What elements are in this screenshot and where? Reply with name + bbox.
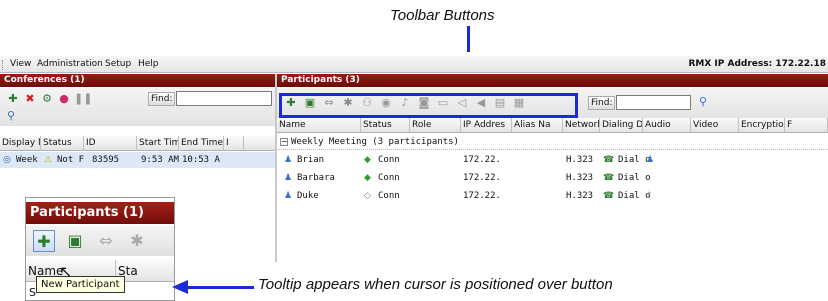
participants-find-input[interactable] bbox=[616, 95, 691, 110]
conferences-find-input[interactable] bbox=[176, 91, 272, 106]
participant-dialing: Dial o bbox=[618, 173, 651, 183]
participant-network: H.323 bbox=[566, 155, 594, 165]
participants-table-header: Name Status Role IP Addres Alias Na Netw… bbox=[277, 118, 828, 133]
participant-icon: ♟ bbox=[284, 191, 293, 201]
connected-icon: ◆ bbox=[364, 155, 371, 165]
col-encryption[interactable]: Encryptio bbox=[739, 118, 785, 133]
connect-participant-button[interactable]: ⇔ bbox=[95, 230, 117, 252]
toolbar-highlight-box bbox=[279, 93, 578, 118]
toolbar-buttons-callout: Toolbar Buttons bbox=[390, 7, 495, 24]
muted-audio-icon: ♪ bbox=[646, 191, 652, 201]
col-role[interactable]: Role bbox=[410, 118, 461, 133]
conference-properties-icon[interactable]: ⚙ bbox=[40, 92, 54, 106]
dial-out-icon: ☎ bbox=[603, 173, 615, 183]
conferences-table-header: Display N Status ID Start Tim End Time I bbox=[0, 136, 275, 151]
col-network[interactable]: Network bbox=[563, 118, 600, 133]
rmx-ip-address: RMX IP Address: 172.22.18 bbox=[688, 59, 826, 69]
participant-name: Barbara bbox=[297, 173, 335, 183]
conferences-find-label: Find: bbox=[148, 92, 176, 106]
conference-end: 10:53 A bbox=[182, 155, 220, 165]
participant-ip: 172.22. bbox=[463, 173, 501, 183]
col-end-time[interactable]: End Time bbox=[179, 136, 224, 151]
participant-icon: ♟ bbox=[284, 173, 293, 183]
participants-find-label: Find: bbox=[588, 96, 616, 110]
warning-icon: ⚠ bbox=[44, 155, 53, 165]
new-participant-button[interactable]: ✚ bbox=[33, 230, 55, 252]
conferences-panel-title: Conferences (1) bbox=[0, 74, 275, 87]
col-video[interactable]: Video bbox=[691, 118, 739, 133]
col-id[interactable]: ID bbox=[84, 136, 137, 151]
participant-row[interactable]: ♟ Barbara ◆ Conn 172.22. H.323 ☎ Dial o bbox=[277, 170, 828, 186]
menu-setup[interactable]: Setup bbox=[105, 59, 131, 69]
conference-status: Not F bbox=[57, 155, 85, 165]
participant-status: Conn bbox=[378, 173, 400, 183]
conference-name: Week bbox=[16, 155, 38, 165]
participant-name: Brian bbox=[297, 155, 325, 165]
conference-record-icon[interactable]: ● bbox=[57, 92, 71, 106]
col-status[interactable]: Status bbox=[361, 118, 410, 133]
participant-row[interactable]: ♟ Duke ◇ Conn 172.22. H.323 ☎ Dial o ♪ bbox=[277, 188, 828, 204]
col-alias-name[interactable]: Alias Na bbox=[512, 118, 563, 133]
col-extra[interactable]: I bbox=[224, 136, 244, 151]
col-f[interactable]: F bbox=[785, 118, 828, 133]
new-participant-tooltip: New Participant bbox=[36, 276, 125, 293]
conference-pause-icon[interactable]: ❚❚ bbox=[74, 92, 92, 106]
disconnect-participant-button[interactable]: ✱ bbox=[126, 230, 148, 252]
col-name[interactable]: Name bbox=[277, 118, 361, 133]
conference-id: 83595 bbox=[92, 155, 120, 165]
menu-administration[interactable]: Administration bbox=[37, 59, 103, 69]
tooltip-callout: Tooltip appears when cursor is positione… bbox=[258, 276, 613, 293]
participant-name: Duke bbox=[297, 191, 319, 201]
dial-out-icon: ☎ bbox=[603, 155, 615, 165]
participants-panel-title: Participants (3) bbox=[277, 74, 828, 87]
col-ip-address[interactable]: IP Addres bbox=[461, 118, 512, 133]
col-audio[interactable]: Audio bbox=[643, 118, 691, 133]
collapse-group-icon[interactable]: − bbox=[280, 138, 288, 146]
col-dialing-direction[interactable]: Dialing Di bbox=[600, 118, 643, 133]
new-conference-icon[interactable]: ✚ bbox=[6, 92, 20, 106]
participant-row[interactable]: ♟ Brian ◆ Conn 172.22. H.323 ☎ Dial o ♟ bbox=[277, 152, 828, 168]
participant-ip: 172.22. bbox=[463, 155, 501, 165]
toolbar-grip[interactable] bbox=[2, 60, 5, 70]
connected-icon: ◇ bbox=[364, 191, 371, 201]
menu-help[interactable]: Help bbox=[138, 59, 159, 69]
inset-col-status[interactable]: Sta bbox=[116, 260, 174, 282]
conferences-search-icon[interactable]: ⚲ bbox=[4, 109, 18, 123]
conference-row[interactable]: ◎ Week ⚠ Not F 83595 9:53 AM 10:53 A bbox=[0, 152, 275, 168]
tooltip-arrow-line bbox=[186, 286, 254, 289]
participants-search-icon[interactable]: ⚲ bbox=[696, 95, 710, 109]
col-display-name[interactable]: Display N bbox=[0, 136, 41, 151]
participant-status: Conn bbox=[378, 191, 400, 201]
participant-ip: 172.22. bbox=[463, 191, 501, 201]
participant-icon: ♟ bbox=[284, 155, 293, 165]
col-status[interactable]: Status bbox=[41, 136, 84, 151]
inset-group-row[interactable]: S bbox=[29, 286, 36, 299]
dial-out-icon: ☎ bbox=[603, 191, 615, 201]
inset-panel-title: Participants (1) bbox=[26, 202, 174, 224]
conference-icon: ◎ bbox=[3, 155, 11, 165]
conferences-toolbar: ✚ ✖ ⚙ ● ❚❚ Find: ⚲ bbox=[0, 88, 275, 126]
delete-conference-icon[interactable]: ✖ bbox=[23, 92, 37, 106]
participant-status: Conn bbox=[378, 155, 400, 165]
inset-toolbar: ✚ ▣ ⇔ ✱ bbox=[26, 226, 174, 256]
menu-bar: View Administration Setup Help RMX IP Ad… bbox=[0, 56, 828, 73]
connected-icon: ◆ bbox=[364, 173, 371, 183]
group-label: Weekly Meeting (3 participants) bbox=[291, 137, 459, 147]
audio-icon: ♟ bbox=[646, 155, 655, 165]
col-start-time[interactable]: Start Tim bbox=[137, 136, 179, 151]
menu-view[interactable]: View bbox=[10, 59, 31, 69]
participant-network: H.323 bbox=[566, 191, 594, 201]
participant-network: H.323 bbox=[566, 173, 594, 183]
add-from-address-book-button[interactable]: ▣ bbox=[64, 230, 86, 252]
participants-group-row[interactable]: − Weekly Meeting (3 participants) bbox=[277, 134, 828, 150]
conference-start: 9:53 AM bbox=[141, 155, 179, 165]
